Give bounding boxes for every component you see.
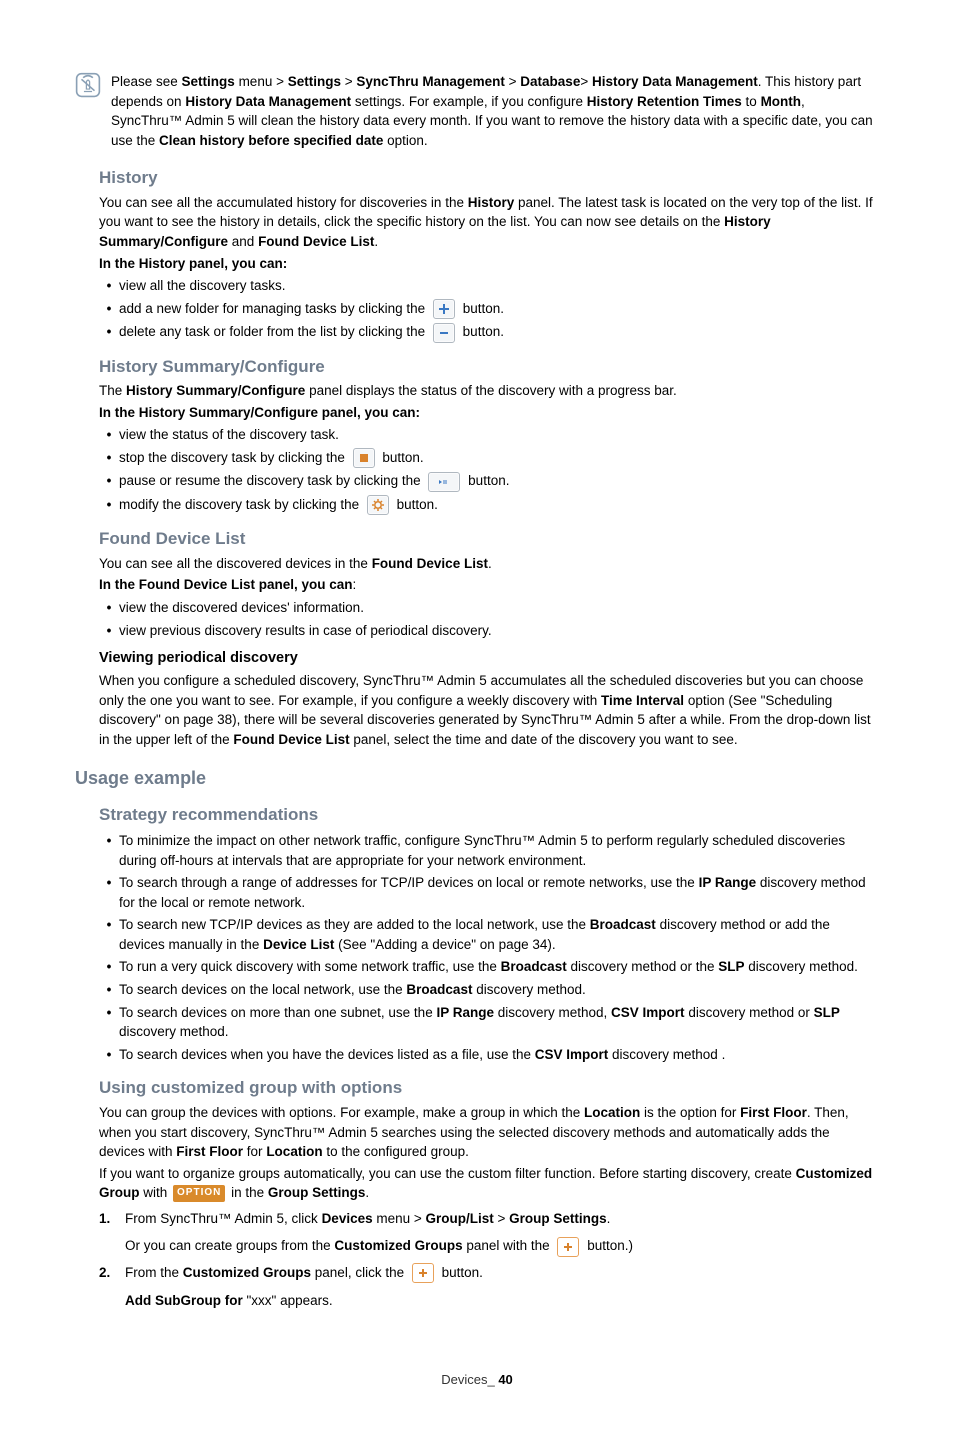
list-item: • To search devices when you have the de… bbox=[99, 1045, 879, 1065]
hsc-can-label: In the History Summary/Configure panel, … bbox=[99, 405, 420, 420]
list-item: •view the discovered devices' informatio… bbox=[99, 598, 879, 618]
hsc-heading: History Summary/Configure bbox=[99, 355, 879, 380]
hsc-intro: The History Summary/Configure panel disp… bbox=[99, 381, 879, 401]
list-item: •To minimize the impact on other network… bbox=[99, 831, 879, 870]
list-item: • To search through a range of addresses… bbox=[99, 873, 879, 912]
strategy-heading: Strategy recommendations bbox=[99, 803, 879, 828]
vpd-heading: Viewing periodical discovery bbox=[99, 648, 879, 669]
list-item: • pause or resume the discovery task by … bbox=[99, 471, 879, 491]
list-item: • To search new TCP/IP devices as they a… bbox=[99, 915, 879, 954]
fdl-heading: Found Device List bbox=[99, 527, 879, 552]
step-1: 1. From SyncThru™ Admin 5, click Devices… bbox=[99, 1209, 879, 1257]
note-icon bbox=[75, 70, 111, 98]
option-chip: OPTION bbox=[173, 1185, 225, 1202]
history-intro: You can see all the accumulated history … bbox=[99, 193, 879, 252]
list-item: • modify the discovery task by clicking … bbox=[99, 495, 879, 515]
add-icon bbox=[433, 299, 455, 319]
add-folder-icon bbox=[412, 1263, 434, 1283]
note-text: Please see Settings menu > Settings > Sy… bbox=[111, 70, 879, 152]
step-2: 2. From the Customized Groups panel, cli… bbox=[99, 1263, 879, 1311]
vpd-text: When you configure a scheduled discovery… bbox=[99, 671, 879, 749]
page-footer: Devices_ 40 bbox=[75, 1371, 879, 1390]
list-item: • To run a very quick discovery with som… bbox=[99, 957, 879, 977]
note-block: Please see Settings menu > Settings > Sy… bbox=[75, 70, 879, 152]
custom-p1: You can group the devices with options. … bbox=[99, 1103, 879, 1162]
remove-icon bbox=[433, 323, 455, 343]
usage-heading: Usage example bbox=[75, 765, 879, 791]
gear-icon bbox=[367, 495, 389, 515]
add-folder-icon bbox=[557, 1237, 579, 1257]
history-heading: History bbox=[99, 166, 879, 191]
history-can-label: In the History panel, you can: bbox=[99, 256, 287, 271]
list-item: •view previous discovery results in case… bbox=[99, 621, 879, 641]
fdl-can-label: In the Found Device List panel, you can bbox=[99, 577, 353, 592]
list-item: • To search devices on more than one sub… bbox=[99, 1003, 879, 1042]
list-item: • delete any task or folder from the lis… bbox=[99, 322, 879, 342]
custom-group-heading: Using customized group with options bbox=[99, 1076, 879, 1101]
list-item: • add a new folder for managing tasks by… bbox=[99, 299, 879, 319]
custom-p2: If you want to organize groups automatic… bbox=[99, 1164, 879, 1203]
fdl-intro: You can see all the discovered devices i… bbox=[99, 554, 879, 574]
play-pause-icon bbox=[428, 472, 460, 492]
list-item: • To search devices on the local network… bbox=[99, 980, 879, 1000]
list-item: •view the status of the discovery task. bbox=[99, 425, 879, 445]
list-item: • stop the discovery task by clicking th… bbox=[99, 448, 879, 468]
list-item: •view all the discovery tasks. bbox=[99, 276, 879, 296]
stop-icon bbox=[353, 448, 375, 468]
